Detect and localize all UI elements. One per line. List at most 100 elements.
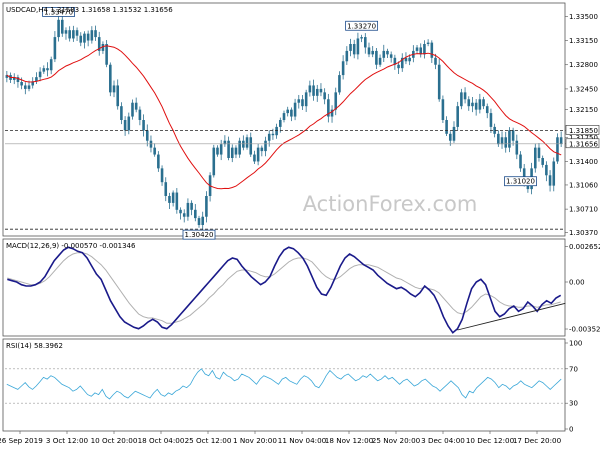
candle-body bbox=[537, 147, 541, 158]
candle-body bbox=[105, 44, 108, 65]
candle-body bbox=[267, 133, 271, 141]
candle-body bbox=[197, 218, 201, 226]
x-tick-label: 10 Oct 20:00 bbox=[91, 436, 138, 445]
candle-body bbox=[452, 126, 456, 141]
candle-body bbox=[315, 88, 319, 96]
candle-body bbox=[515, 140, 519, 155]
candle-body bbox=[378, 57, 382, 65]
candle-body bbox=[60, 19, 64, 34]
candle-body bbox=[83, 33, 86, 43]
candle-body bbox=[371, 50, 374, 55]
candle-body bbox=[297, 99, 301, 103]
candle-body bbox=[42, 68, 46, 72]
candle-body bbox=[334, 92, 338, 110]
candle-body bbox=[286, 109, 289, 114]
candle-body bbox=[190, 202, 193, 210]
y-tick-label: 1.32150 bbox=[569, 106, 598, 114]
candle-body bbox=[27, 85, 31, 89]
candle-body bbox=[478, 99, 482, 110]
candle-body bbox=[72, 30, 75, 39]
candle-body bbox=[319, 88, 323, 93]
candle-body bbox=[116, 85, 120, 107]
candle-body bbox=[131, 102, 134, 117]
macd-y-tick-label: 0.002652 bbox=[569, 243, 600, 251]
candle-body bbox=[38, 71, 42, 78]
candle-body bbox=[364, 37, 367, 48]
candle-body bbox=[467, 99, 471, 107]
x-tick-label: 26 Sep 2019 bbox=[0, 436, 43, 445]
candle-body bbox=[279, 120, 282, 127]
rsi-y-tick-label: 0 bbox=[569, 426, 573, 434]
candle-body bbox=[500, 137, 504, 145]
candle-body bbox=[423, 44, 426, 55]
candle-body bbox=[86, 33, 90, 41]
candle-body bbox=[293, 102, 297, 117]
candle-body bbox=[552, 161, 556, 186]
candle-body bbox=[341, 61, 345, 76]
candle-body bbox=[227, 140, 230, 158]
x-tick-label: 11 Nov 04:00 bbox=[278, 436, 327, 445]
candle-body bbox=[312, 85, 315, 96]
candle-body bbox=[508, 130, 511, 148]
macd-header: MACD(12,26,9) -0.000570 -0.001346 bbox=[6, 242, 136, 250]
candle-body bbox=[264, 140, 267, 152]
candle-body bbox=[238, 140, 241, 155]
candle-body bbox=[168, 196, 171, 203]
candle-body bbox=[304, 92, 308, 107]
candle-body bbox=[57, 19, 60, 38]
candle-body bbox=[149, 140, 153, 148]
candle-body bbox=[234, 147, 238, 155]
rsi-y-tick-label: 70 bbox=[569, 365, 578, 373]
y-tick-label: 1.32450 bbox=[569, 85, 598, 93]
macd-y-tick-label: 0.00 bbox=[569, 279, 585, 287]
y-tick-label: 1.33500 bbox=[569, 13, 598, 21]
candle-body bbox=[212, 147, 216, 176]
candle-body bbox=[153, 147, 156, 155]
candle-body bbox=[349, 44, 352, 51]
x-tick-label: 18 Oct 04:00 bbox=[138, 436, 185, 445]
candle-body bbox=[559, 137, 563, 144]
y-tick-label: 1.32800 bbox=[569, 61, 598, 69]
y-tick-label: 1.30710 bbox=[569, 206, 598, 214]
chart-canvas: ActionForex.com 1.334701.332701.304201.3… bbox=[0, 2, 600, 445]
candle-body bbox=[397, 64, 400, 69]
rsi-header: RSI(14) 58.3962 bbox=[6, 342, 63, 350]
candle-body bbox=[448, 133, 452, 141]
x-tick-label: 10 Dec 12:00 bbox=[466, 436, 515, 445]
candle-body bbox=[79, 35, 83, 43]
candle-body bbox=[53, 37, 57, 60]
y-tick-label: 1.31060 bbox=[569, 181, 598, 189]
y-tick-label: 1.31656 bbox=[569, 140, 598, 148]
candle-body bbox=[271, 133, 275, 136]
candle-body bbox=[471, 102, 474, 107]
candle-body bbox=[20, 82, 23, 86]
candle-body bbox=[556, 137, 559, 162]
candle-body bbox=[138, 109, 142, 120]
candle-body bbox=[145, 130, 149, 141]
candle-body bbox=[157, 154, 160, 169]
candle-body bbox=[216, 147, 219, 155]
candle-body bbox=[430, 42, 434, 58]
candle-body bbox=[386, 50, 389, 55]
candle-body bbox=[545, 164, 548, 176]
candle-body bbox=[282, 113, 286, 120]
candle-body bbox=[127, 116, 131, 131]
candle-body bbox=[175, 192, 179, 210]
candle-body bbox=[356, 38, 360, 55]
candle-body bbox=[497, 133, 500, 145]
annotation-label: 1.33270 bbox=[347, 22, 376, 30]
candle-body bbox=[171, 192, 175, 203]
candle-body bbox=[338, 75, 341, 93]
candle-body bbox=[445, 120, 448, 134]
candle-body bbox=[123, 120, 127, 131]
candle-body bbox=[194, 209, 197, 219]
candle-body bbox=[94, 30, 97, 38]
x-tick-label: 3 Oct 12:00 bbox=[46, 436, 89, 445]
rsi-y-tick-label: 30 bbox=[569, 400, 578, 408]
candle-body bbox=[253, 154, 256, 162]
y-tick-label: 1.30370 bbox=[569, 229, 598, 237]
candle-body bbox=[112, 85, 116, 93]
candle-body bbox=[323, 92, 326, 100]
candle-body bbox=[182, 213, 186, 217]
candle-body bbox=[90, 30, 94, 41]
